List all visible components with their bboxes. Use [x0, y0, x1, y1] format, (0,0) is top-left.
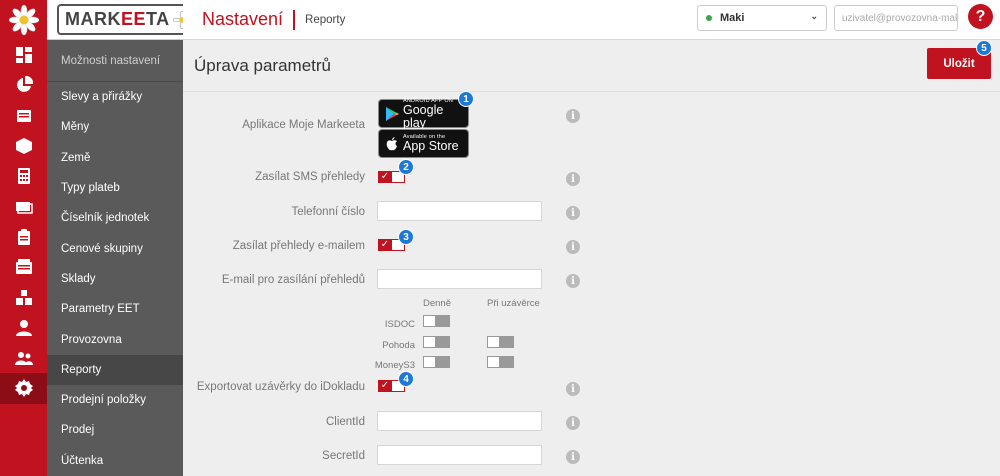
- column-closing: Při uzávěrce: [487, 298, 540, 309]
- settings-sidebar: MARKEETA Možnosti nastavení Slevy a přir…: [47, 0, 199, 476]
- top-bar: Nastavení Reporty Maki ⌄ uzivatel@provoz…: [183, 0, 1000, 40]
- google-play-icon: [386, 107, 399, 121]
- email-label: E-mail pro zasílání přehledů: [221, 274, 365, 286]
- phone-label: Telefonní číslo: [291, 206, 365, 218]
- daisy-logo-icon: [0, 0, 47, 40]
- pie-chart-icon[interactable]: [0, 70, 47, 100]
- google-play-big-text: Google play: [403, 102, 444, 130]
- sidebar-item-provozovna[interactable]: Provozovna: [47, 324, 183, 354]
- step-badge-5: 5: [976, 40, 992, 56]
- main-content: Úprava parametrů Uložit 5: [183, 40, 1000, 476]
- app-links-label: Aplikace Moje Markeeta: [242, 119, 365, 131]
- step-badge-2: 2: [398, 159, 414, 175]
- info-icon[interactable]: i: [566, 450, 580, 464]
- check-icon: ✓: [378, 239, 392, 251]
- client-id-input[interactable]: [377, 411, 542, 431]
- user-account-field[interactable]: uzivatel@provozovna-maki.cz: [834, 5, 958, 31]
- moneys3-daily-toggle[interactable]: [423, 356, 450, 368]
- export-label-pohoda: Pohoda: [382, 340, 415, 351]
- brand-logo[interactable]: MARKEETA: [47, 0, 199, 40]
- box-icon[interactable]: [0, 131, 47, 161]
- check-icon: ✓: [378, 171, 392, 183]
- sidebar-item-parametry-eet[interactable]: Parametry EET: [47, 294, 183, 324]
- info-icon[interactable]: i: [566, 416, 580, 430]
- info-icon[interactable]: i: [566, 382, 580, 396]
- column-daily: Denně: [423, 298, 451, 309]
- client-id-label: ClientId: [326, 416, 365, 428]
- icon-rail: [0, 0, 47, 476]
- users-icon[interactable]: [0, 343, 47, 373]
- sidebar-item-zeme[interactable]: Země: [47, 143, 183, 173]
- title-divider: [293, 9, 296, 30]
- info-icon[interactable]: i: [566, 172, 580, 186]
- step-badge-4: 4: [398, 371, 414, 387]
- step-badge-3: 3: [398, 229, 414, 245]
- brand-wordmark: MARKEETA: [65, 9, 170, 29]
- email-input[interactable]: [377, 269, 542, 289]
- step-badge-1: 1: [458, 91, 474, 107]
- page-title: Úprava parametrů: [194, 55, 332, 75]
- store-select-value: Maki: [720, 12, 745, 24]
- sidebar-header: Možnosti nastavení: [47, 40, 183, 82]
- check-icon: ✓: [378, 380, 392, 392]
- info-icon[interactable]: i: [566, 274, 580, 288]
- email-reports-label: Zasílat přehledy e-mailem: [232, 240, 365, 252]
- sms-label: Zasílat SMS přehledy: [255, 171, 365, 183]
- section-title: Nastavení: [202, 9, 284, 29]
- idoklad-label: Exportovat uzávěrky do iDokladu: [196, 381, 365, 393]
- sidebar-item-slevy[interactable]: Slevy a přirážky: [47, 82, 183, 112]
- isdoc-daily-toggle[interactable]: [423, 315, 450, 327]
- moneys3-closing-toggle[interactable]: [487, 356, 514, 368]
- app-store-big-text: App Store: [403, 139, 459, 153]
- phone-input[interactable]: [377, 201, 542, 221]
- secret-id-label: SecretId: [322, 450, 365, 462]
- info-icon[interactable]: i: [566, 109, 580, 123]
- brand-box: MARKEETA: [57, 4, 199, 35]
- app-store-button[interactable]: Available on the App Store: [378, 129, 469, 158]
- status-dot-icon: [706, 15, 712, 21]
- chevron-down-icon: ⌄: [810, 11, 818, 21]
- export-label-moneys3: MoneyS3: [374, 360, 415, 371]
- pohoda-daily-toggle[interactable]: [423, 336, 450, 348]
- help-button[interactable]: ?: [968, 4, 993, 29]
- pohoda-closing-toggle[interactable]: [487, 336, 514, 348]
- boxes-icon[interactable]: [0, 282, 47, 312]
- info-icon[interactable]: i: [566, 206, 580, 220]
- google-play-button[interactable]: ANDROID APP ON Google play: [378, 98, 469, 130]
- export-label-isdoc: ISDOC: [384, 319, 415, 330]
- user-icon[interactable]: [0, 313, 47, 343]
- content-header: Úprava parametrů: [183, 40, 1000, 92]
- store-select[interactable]: Maki ⌄: [697, 5, 827, 31]
- section-subtitle: Reporty: [305, 13, 346, 26]
- dashboard-icon[interactable]: [0, 40, 47, 70]
- apple-icon: [386, 137, 397, 151]
- secret-id-input[interactable]: [377, 445, 542, 465]
- info-icon[interactable]: i: [566, 240, 580, 254]
